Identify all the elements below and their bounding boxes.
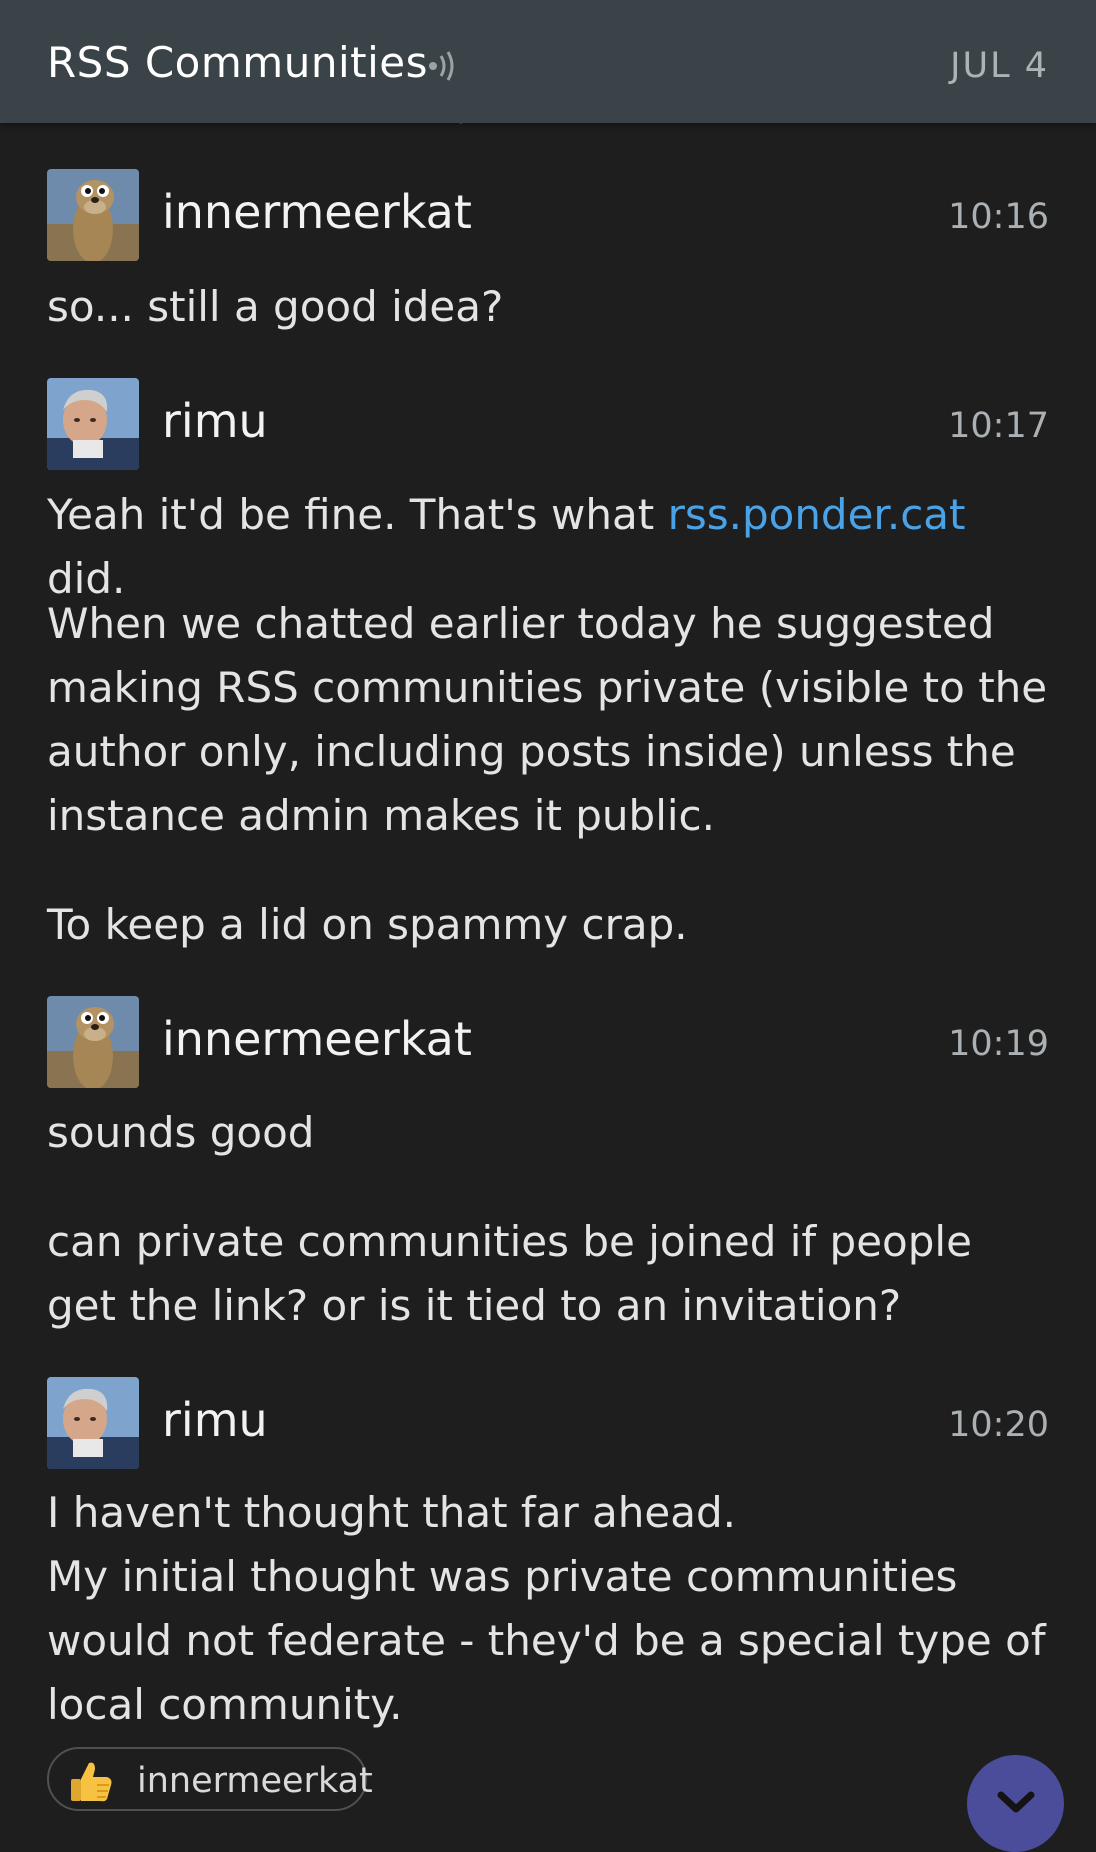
avatar[interactable] <box>47 378 139 470</box>
message-header: innermeerkat 10:19 <box>47 996 1049 1088</box>
username[interactable]: innermeerkat <box>162 1012 472 1066</box>
avatar[interactable] <box>47 1377 139 1469</box>
message-header: innermeerkat 10:16 <box>47 169 1049 261</box>
reaction-user: innermeerkat <box>137 1761 373 1801</box>
message-text: When we chatted earlier today he suggest… <box>47 599 1048 840</box>
message-text: can private communities be joined if peo… <box>47 1217 972 1330</box>
chevron-down-icon <box>997 1791 1035 1813</box>
avatar[interactable] <box>47 169 139 261</box>
username[interactable]: rimu <box>162 1393 268 1447</box>
username[interactable]: rimu <box>162 394 268 448</box>
message-time: 10:17 <box>948 406 1049 446</box>
message-time: 10:20 <box>948 1405 1049 1445</box>
reaction-pill[interactable]: innermeerkat <box>47 1747 373 1811</box>
message-header: rimu 10:17 <box>47 378 1049 470</box>
message-text-part: Yeah it'd be fine. That's what <box>47 490 668 539</box>
thumbs-up-icon <box>71 1762 112 1802</box>
message-link[interactable]: rss.ponder.cat <box>668 490 966 539</box>
username[interactable]: innermeerkat <box>162 185 472 239</box>
message-text: sounds good <box>47 1108 315 1157</box>
scroll-to-bottom-button[interactable] <box>967 1755 1064 1852</box>
message-text: so... still a good idea? <box>47 282 504 331</box>
channel-title[interactable]: RSS Communities <box>47 38 428 87</box>
date-label: JUL 4 <box>950 46 1049 86</box>
message-text: I haven't thought that far ahead. <box>47 1488 737 1537</box>
message-header: rimu 10:20 <box>47 1377 1049 1469</box>
message-time: 10:16 <box>948 197 1049 237</box>
channel-header: RSS Communities JUL 4 <box>0 0 1096 123</box>
message-text: My initial thought was private communiti… <box>47 1552 1046 1729</box>
message-text: To keep a lid on spammy crap. <box>47 900 688 949</box>
speaker-icon[interactable] <box>425 46 465 86</box>
message-time: 10:19 <box>948 1024 1049 1064</box>
avatar[interactable] <box>47 996 139 1088</box>
